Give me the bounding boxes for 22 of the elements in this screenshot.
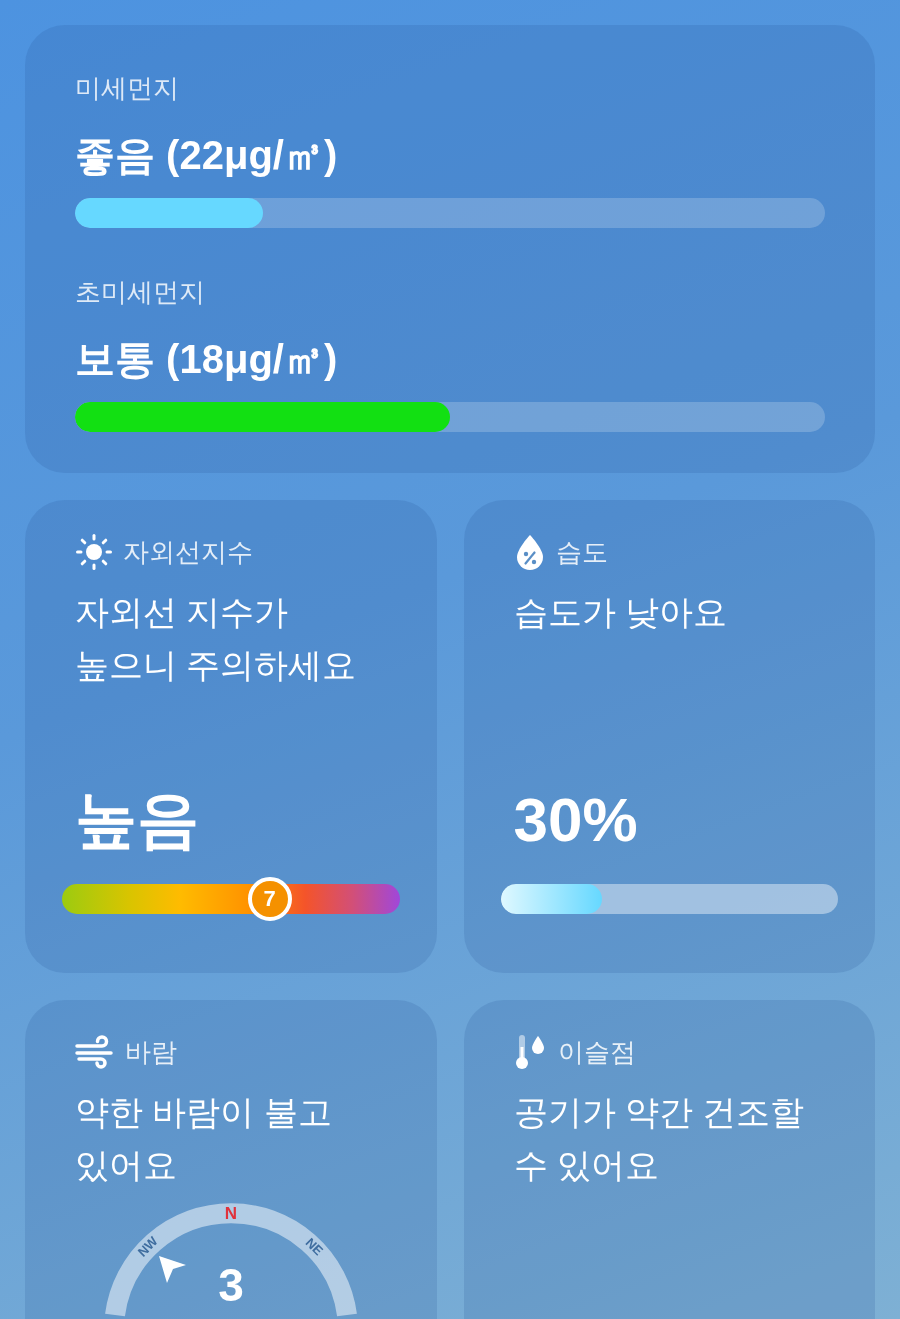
north-label: N	[224, 1204, 238, 1223]
wind-icon	[75, 1035, 115, 1069]
pollutant-label: 초미세먼지	[75, 276, 206, 309]
uv-level-value: 높음	[75, 784, 200, 856]
card-title: 자외선지수	[123, 536, 253, 569]
northwest-label: NW	[134, 1233, 161, 1260]
northeast-label: NE	[302, 1234, 327, 1259]
card-description: 자외선 지수가 높으니 주의하세요	[75, 592, 358, 686]
uv-index-marker: 7	[247, 877, 292, 921]
card-description: 공기가 약간 건조할 수 있어요	[513, 1092, 806, 1186]
pollutant-reading: 좋음 (22μg/㎥)	[75, 132, 339, 179]
card-title: 습도	[555, 536, 608, 569]
sun-icon	[75, 533, 113, 571]
card-title: 이슬점	[557, 1036, 636, 1069]
humidity-value: 30%	[513, 784, 639, 856]
navigation-arrow-icon	[159, 1256, 186, 1283]
pollutant-label: 미세먼지	[75, 72, 180, 105]
card-description: 습도가 낮아요	[513, 592, 728, 633]
card-title: 바람	[125, 1036, 177, 1069]
card-description: 약한 바람이 불고 있어요	[75, 1092, 333, 1186]
pollutant-reading: 보통 (18μg/㎥)	[75, 336, 339, 383]
wind-speed-value: 3	[218, 1259, 244, 1311]
